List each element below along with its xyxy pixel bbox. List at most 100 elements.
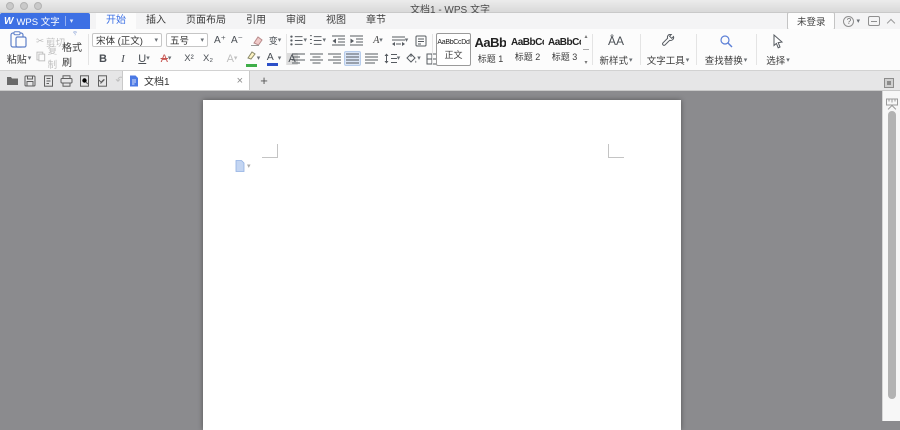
clipboard-group: 粘贴 ▾ ✂ 剪切 复制 格式刷 [2,29,86,71]
strikethrough-button[interactable]: A ▾ [156,51,176,66]
style-heading1[interactable]: AaBb 标题 1 [473,33,508,66]
pinyin-guide-label: 变 [269,34,278,47]
open-button[interactable] [5,74,19,88]
asian-layout-button[interactable]: A ▾ [368,33,388,48]
line-spacing-button[interactable]: ▾ [382,51,402,66]
styles-scroll-up-button[interactable]: ▴ [584,33,587,40]
wps-logo-icon: W [4,16,13,27]
align-left-button[interactable] [290,51,307,66]
strikethrough-label: A [161,53,168,65]
subscript-button[interactable]: X₂ [199,51,217,66]
output-pdf-button[interactable] [95,74,109,88]
save-button[interactable] [23,74,37,88]
paragraph-layout-button[interactable] [412,33,429,48]
font-color-swatch [267,63,278,66]
justify-button[interactable] [344,51,361,66]
align-center-button[interactable] [308,51,325,66]
tab-view[interactable]: 视图 [316,13,356,29]
chevron-down-icon: ▾ [397,55,401,62]
chevron-down-icon: ▾ [70,18,74,25]
text-tool-button[interactable]: 文字工具 ▾ [644,31,692,69]
select-label: 选择 [766,53,785,67]
style-heading3[interactable]: AaBbCc 标题 3 [547,33,582,66]
wps-app-button[interactable]: W WPS 文字 ▾ [0,13,90,29]
chevron-down-icon: ▾ [168,55,172,62]
clear-format-button[interactable] [248,33,264,48]
ribbon-tab-strip: 开始 插入 页面布局 引用 审阅 视图 章节 [96,13,396,29]
font-family-value: 宋体 (正文) [96,33,143,47]
font-size-value: 五号 [170,33,189,47]
chevron-down-icon: ▾ [417,55,421,62]
highlighter-icon [246,51,257,60]
style-name: 标题 2 [515,50,541,63]
document-tab-active[interactable]: 文档1 × [122,71,250,90]
shading-button[interactable]: ▾ [403,51,423,66]
justify-icon [346,53,359,64]
text-effects-button[interactable]: A ▾ [222,51,242,66]
decrease-indent-button[interactable] [330,33,347,48]
char-scale-button[interactable]: ▾ [390,33,410,48]
align-center-icon [310,53,323,64]
print-button[interactable] [59,74,73,88]
tab-references[interactable]: 引用 [236,13,276,29]
distribute-button[interactable] [363,51,380,66]
chevron-down-icon: ▾ [154,37,158,44]
margin-corner-mark-right [608,144,624,158]
print-preview-button[interactable] [77,74,91,88]
shrink-font-button[interactable]: A⁻ [229,33,245,48]
bullet-list-icon [290,35,303,46]
tab-insert[interactable]: 插入 [136,13,176,29]
new-style-button[interactable]: ÅA 新样式 ▾ [596,31,636,69]
chevron-down-icon: ▾ [234,55,238,62]
new-tab-button[interactable]: + [256,73,272,89]
align-right-button[interactable] [326,51,343,66]
bold-button[interactable]: B [96,51,110,66]
collapse-ribbon-button[interactable] [887,18,895,26]
font-family-combobox[interactable]: 宋体 (正文) ▾ [92,33,162,47]
numbered-list-button[interactable]: ▾ [309,33,326,48]
style-name: 标题 3 [552,50,578,63]
style-normal[interactable]: AaBbCcDd 正文 [436,33,471,66]
page-assistant-button[interactable]: ▾ [235,160,251,172]
select-button[interactable]: 选择 ▾ [760,31,796,69]
search-icon [719,34,734,49]
login-button[interactable]: 未登录 [787,12,836,30]
pinyin-guide-button[interactable]: 变 ▾ [266,33,284,48]
grow-font-button[interactable]: A⁺ [212,33,228,48]
underline-button[interactable]: U ▾ [134,51,154,66]
document-page[interactable]: ▾ [203,100,681,430]
ribbon-display-button[interactable] [868,16,880,26]
close-tab-button[interactable]: × [237,75,243,87]
shading-bucket-icon [405,53,417,64]
scrollbar-thumb[interactable] [888,111,896,399]
format-painter-button[interactable]: 格式刷 [62,31,88,69]
tab-review[interactable]: 审阅 [276,13,316,29]
font-color-button[interactable]: A ▾ [264,51,284,66]
align-left-icon [292,53,305,64]
titlebar: 文档1 - WPS 文字 [0,0,900,13]
find-replace-button[interactable]: 查找替换 ▾ [700,31,752,69]
italic-button[interactable]: I [116,51,130,66]
help-button[interactable]: ? ▾ [843,16,860,27]
style-heading2[interactable]: AaBbCc 标题 2 [510,33,545,66]
tab-home[interactable]: 开始 [96,13,136,29]
paste-label: 粘贴 [7,51,27,66]
bullet-list-button[interactable]: ▾ [290,33,307,48]
styles-gallery-expand-button[interactable] [583,49,589,50]
style-preview: AaBbCc [511,37,544,48]
styles-scroll-down-button[interactable]: ▾ [584,59,587,66]
chevron-down-icon: ▾ [379,37,383,44]
group-separator [696,34,697,65]
export-button[interactable] [41,74,55,88]
tab-section[interactable]: 章节 [356,13,396,29]
superscript-button[interactable]: X² [180,51,198,66]
tab-page-layout[interactable]: 页面布局 [176,13,236,29]
paste-button[interactable]: 粘贴 ▾ [4,31,34,69]
menubar: W WPS 文字 ▾ 开始 插入 页面布局 引用 审阅 视图 章节 未登录 ? … [0,13,900,29]
font-size-combobox[interactable]: 五号 ▾ [166,33,208,47]
margin-corner-mark-left [262,144,278,158]
increase-indent-button[interactable] [348,33,365,48]
bold-label: B [99,53,107,65]
highlight-color-button[interactable]: ▾ [243,51,263,66]
vertical-scrollbar-rail [882,91,900,421]
